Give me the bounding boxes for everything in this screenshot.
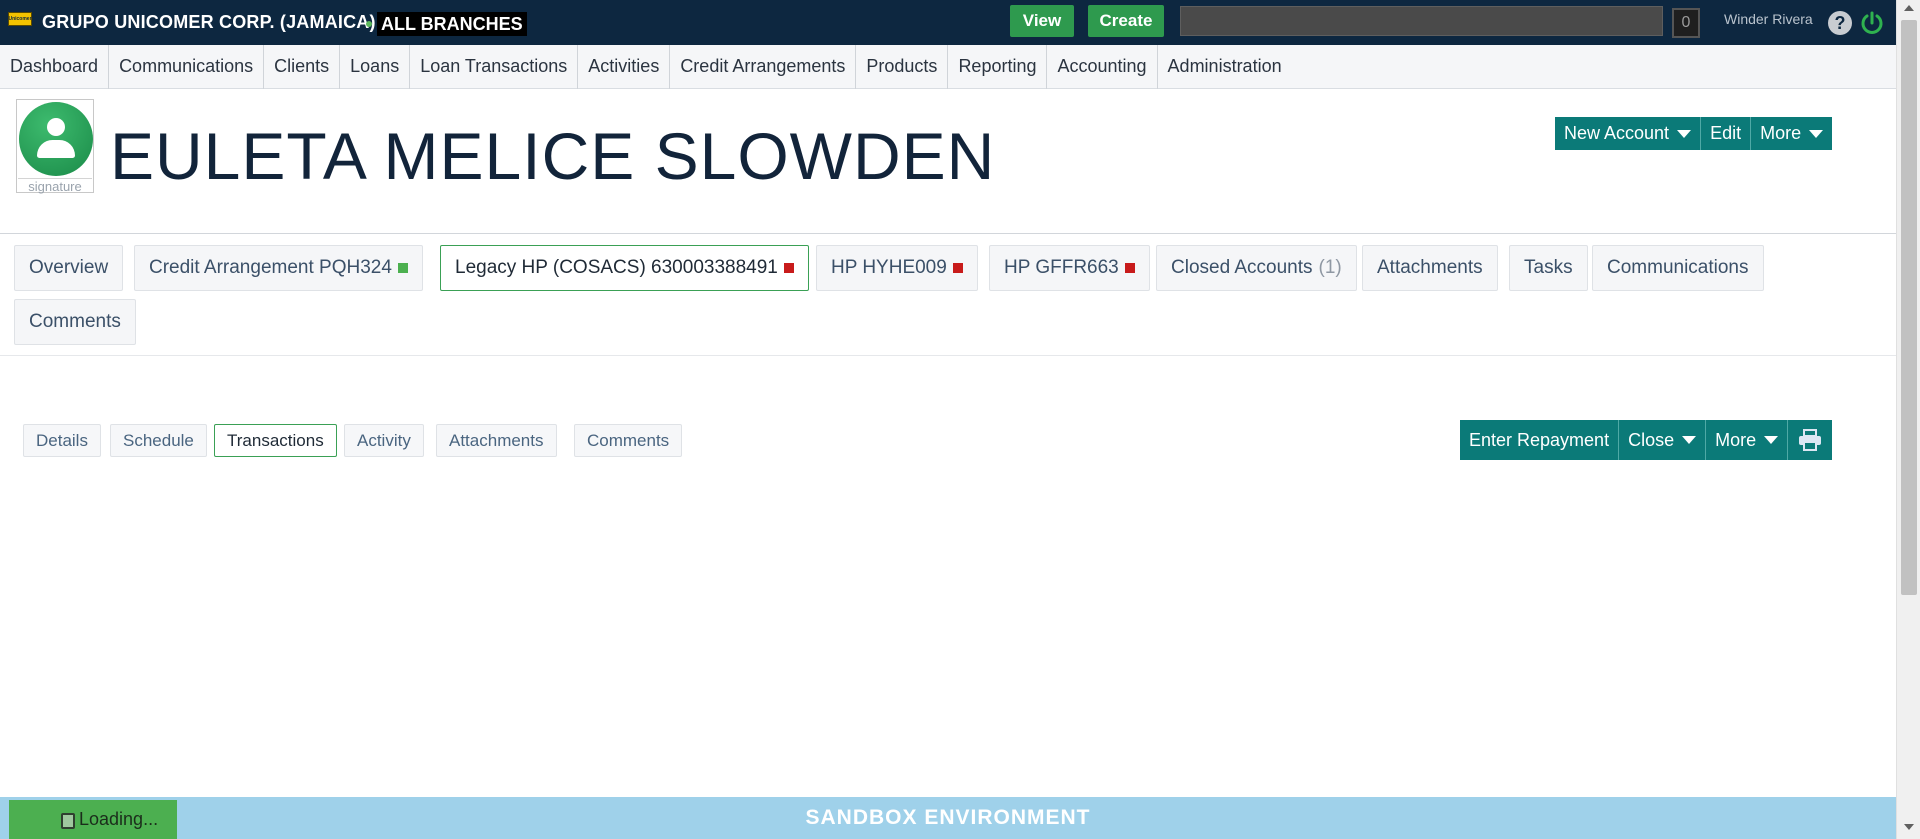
power-icon[interactable]	[1859, 10, 1885, 36]
print-button[interactable]	[1788, 420, 1832, 460]
nav-dashboard[interactable]: Dashboard	[0, 44, 110, 89]
nav-reporting[interactable]: Reporting	[948, 44, 1048, 89]
nav-products[interactable]: Products	[856, 44, 949, 89]
new-account-label: New Account	[1564, 123, 1670, 143]
tab-credit-arrangement-label: Credit Arrangement PQH324	[149, 257, 392, 278]
close-account-button[interactable]: Close	[1619, 420, 1707, 460]
avatar-icon	[19, 102, 93, 176]
subtab-transactions[interactable]: Transactions	[214, 424, 337, 457]
chevron-down-icon	[1682, 436, 1697, 444]
close-account-label: Close	[1628, 429, 1675, 450]
global-search-input[interactable]	[1180, 6, 1663, 36]
nav-credit-arrangements[interactable]: Credit Arrangements	[670, 44, 857, 89]
tab-closed-accounts[interactable]: Closed Accounts (1)	[1156, 245, 1357, 291]
tab-closed-accounts-label: Closed Accounts	[1171, 257, 1313, 278]
signature-label: signature	[18, 178, 92, 194]
client-name-heading: EULETA MELICE SLOWDEN	[110, 119, 996, 193]
subtab-attachments[interactable]: Attachments	[436, 424, 557, 457]
chevron-down-icon	[1677, 129, 1692, 138]
status-active-icon	[397, 263, 408, 273]
subtab-comments[interactable]: Comments	[574, 424, 683, 457]
new-account-button[interactable]: New Account	[1555, 117, 1702, 150]
enter-repayment-button[interactable]: Enter Repayment	[1460, 420, 1620, 460]
account-actions-toolbar: Enter Repayment Close More	[1460, 420, 1833, 460]
client-actions-toolbar: New Account Edit More	[1555, 117, 1833, 150]
scrollbar-thumb[interactable]	[1901, 20, 1917, 595]
branch-status-dot	[366, 21, 372, 27]
vertical-scrollbar[interactable]	[1896, 0, 1920, 839]
tab-overview[interactable]: Overview	[14, 245, 124, 291]
nav-administration[interactable]: Administration	[1158, 45, 1292, 89]
tab-hp-gffr663-label: HP GFFR663	[1004, 257, 1119, 278]
loading-spinner-icon	[61, 813, 75, 829]
nav-loan-transactions[interactable]: Loan Transactions	[410, 44, 579, 89]
client-more-label: More	[1760, 123, 1802, 143]
organization-name[interactable]: GRUPO UNICOMER CORP. (JAMAICA)	[42, 12, 376, 33]
status-alert-icon	[1124, 263, 1135, 273]
tab-comments[interactable]: Comments	[14, 299, 136, 345]
main-navigation: Dashboard Communications Clients Loans L…	[0, 44, 1896, 89]
notification-counter[interactable]: 0	[1672, 8, 1700, 38]
scroll-down-arrow-icon[interactable]	[1904, 824, 1914, 830]
tab-hp-hyhe009-label: HP HYHE009	[831, 257, 947, 278]
header-divider	[0, 233, 1896, 234]
user-name[interactable]: Winder Rivera	[1724, 11, 1813, 27]
logo-text: Unicomer	[8, 16, 32, 22]
chevron-down-icon	[1764, 436, 1779, 444]
tab-legacy-hp-label: Legacy HP (COSACS) 630003388491	[455, 257, 778, 278]
client-avatar[interactable]: signature	[16, 99, 94, 194]
loading-text: Loading...	[79, 809, 159, 829]
tab-legacy-hp[interactable]: Legacy HP (COSACS) 630003388491	[440, 245, 809, 291]
status-alert-icon	[783, 263, 794, 273]
status-alert-icon	[952, 263, 963, 273]
environment-banner: SANDBOX ENVIRONMENT	[0, 797, 1896, 839]
account-more-button[interactable]: More	[1706, 420, 1789, 460]
nav-loans[interactable]: Loans	[340, 44, 411, 89]
tabs-divider	[0, 355, 1896, 356]
tab-tasks[interactable]: Tasks	[1509, 245, 1588, 291]
avatar-head-shape	[47, 118, 65, 136]
view-button[interactable]: View	[1010, 5, 1074, 37]
closed-accounts-count: (1)	[1318, 257, 1342, 278]
company-logo[interactable]: Unicomer	[8, 12, 32, 26]
account-more-label: More	[1715, 429, 1757, 450]
environment-label: SANDBOX ENVIRONMENT	[805, 806, 1091, 829]
tab-hp-gffr663[interactable]: HP GFFR663	[989, 245, 1150, 291]
branch-selector[interactable]: ALL BRANCHES	[377, 12, 527, 36]
tab-communications[interactable]: Communications	[1592, 245, 1764, 291]
app-page: Unicomer GRUPO UNICOMER CORP. (JAMAICA) …	[0, 0, 1920, 839]
client-more-button[interactable]: More	[1751, 117, 1832, 150]
chevron-down-icon	[1809, 129, 1824, 138]
subtab-details[interactable]: Details	[23, 424, 101, 457]
nav-clients[interactable]: Clients	[264, 44, 341, 89]
subtab-activity[interactable]: Activity	[344, 424, 424, 457]
help-icon[interactable]: ?	[1828, 11, 1852, 35]
create-button[interactable]: Create	[1088, 5, 1164, 37]
edit-client-button[interactable]: Edit	[1701, 117, 1752, 150]
tab-attachments[interactable]: Attachments	[1362, 245, 1498, 291]
subtab-schedule[interactable]: Schedule	[110, 424, 207, 457]
printer-icon	[1799, 429, 1822, 451]
nav-activities[interactable]: Activities	[578, 44, 671, 89]
tab-hp-hyhe009[interactable]: HP HYHE009	[816, 245, 978, 291]
top-bar: Unicomer GRUPO UNICOMER CORP. (JAMAICA) …	[0, 0, 1896, 45]
scroll-up-arrow-icon[interactable]	[1904, 5, 1914, 11]
avatar-body-shape	[37, 140, 75, 158]
tab-credit-arrangement[interactable]: Credit Arrangement PQH324	[134, 245, 423, 291]
nav-accounting[interactable]: Accounting	[1047, 44, 1158, 89]
nav-communications[interactable]: Communications	[109, 44, 265, 89]
loading-indicator: Loading...	[9, 800, 177, 839]
